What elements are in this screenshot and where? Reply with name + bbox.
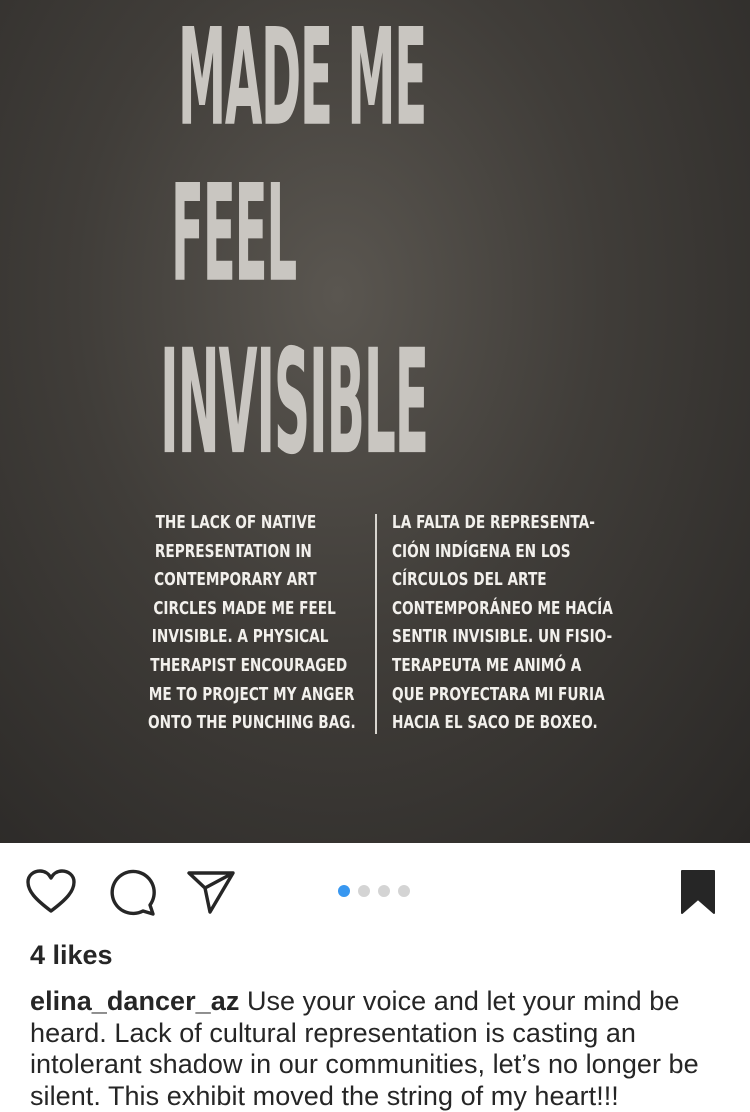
caption-username[interactable]: elina_dancer_az: [30, 986, 239, 1016]
poster-column-divider: [375, 514, 377, 734]
poster-text-line: QUE PROYECTARA MI FURIA: [392, 683, 605, 705]
bookmark-icon[interactable]: [678, 869, 718, 915]
carousel-dot: [398, 885, 410, 897]
poster-text-line: INVISIBLE. A PHYSICAL: [151, 626, 329, 648]
poster-text-line: HACIA EL SACO DE BOXEO.: [392, 712, 598, 734]
heart-icon[interactable]: [26, 869, 76, 915]
post-photo[interactable]: MADE ME FEEL INVISIBLE THE LACK OF NATIV…: [0, 0, 750, 843]
poster-headline-line-1: MADE ME: [178, 1, 427, 157]
poster-text-line: SENTIR INVISIBLE. UN FISIO-: [392, 626, 613, 648]
carousel-indicator: [338, 885, 410, 897]
share-icon[interactable]: [186, 869, 236, 915]
poster-text-line: CONTEMPORARY ART: [154, 569, 317, 591]
likes-count[interactable]: 4 likes: [30, 940, 113, 971]
poster-text-line: CÍRCULOS DEL ARTE: [392, 569, 547, 591]
comment-icon[interactable]: [106, 867, 158, 917]
poster-headline-line-2: FEEL: [171, 157, 297, 313]
carousel-dot-active: [338, 885, 350, 897]
poster-text-english: THE LACK OF NATIVE REPRESENTATION IN CON…: [148, 509, 356, 738]
poster-text-line: TERAPEUTA ME ANIMÓ A: [392, 654, 582, 676]
poster-text-line: CONTEMPORÁNEO ME HACÍA: [392, 597, 613, 619]
poster-text-line: REPRESENTATION IN: [154, 540, 312, 562]
poster-headline-line-3: INVISIBLE: [160, 317, 429, 487]
post-caption: elina_dancer_az Use your voice and let y…: [30, 986, 730, 1112]
carousel-dot: [378, 885, 390, 897]
poster-text-line: LA FALTA DE REPRESENTA-: [392, 512, 595, 533]
poster-text-line: ONTO THE PUNCHING BAG.: [148, 712, 356, 734]
carousel-dot: [358, 885, 370, 897]
poster-text-line: ME TO PROJECT MY ANGER: [148, 683, 355, 705]
poster-text-line: THERAPIST ENCOURAGED: [150, 654, 348, 676]
poster-text-spanish: LA FALTA DE REPRESENTA- CIÓN INDÍGENA EN…: [392, 509, 613, 738]
poster-text-line: CIRCLES MADE ME FEEL: [153, 597, 336, 619]
post-action-bar: [0, 843, 750, 939]
poster-text-line: THE LACK OF NATIVE: [155, 512, 317, 533]
poster-text-line: CIÓN INDÍGENA EN LOS: [392, 540, 571, 562]
